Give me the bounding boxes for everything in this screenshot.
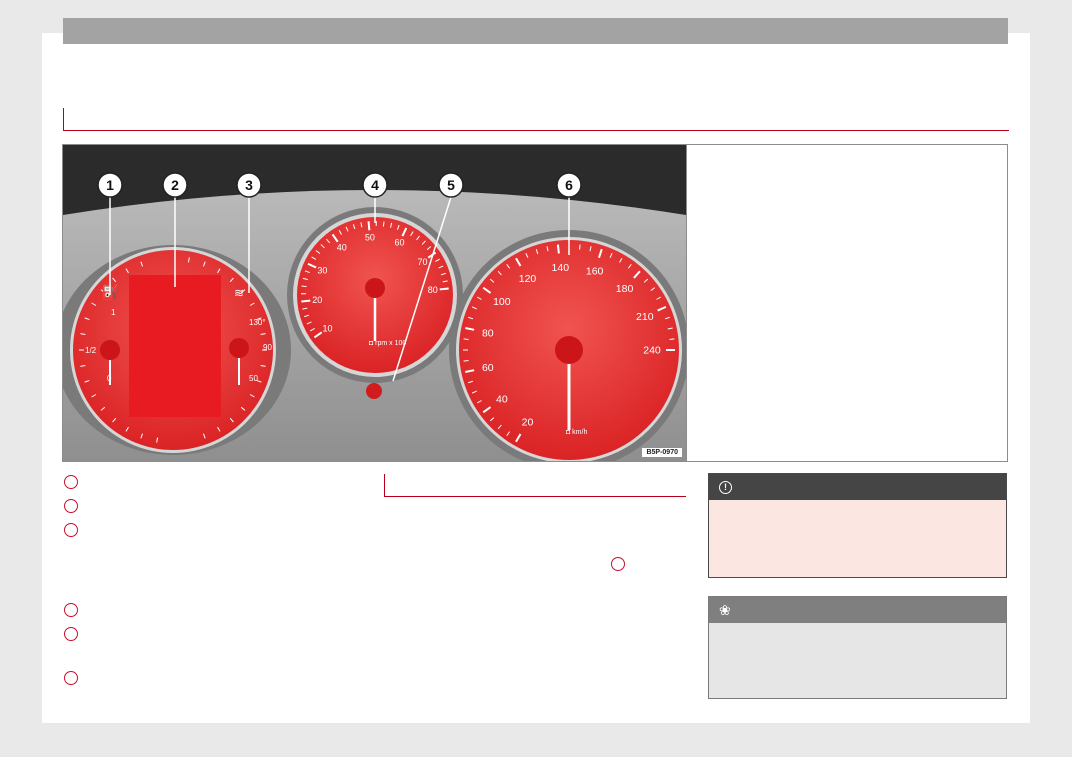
tachometer-tick-label: 10 [322, 323, 332, 333]
fuel-gauge-tick-label: 1/2 [85, 346, 97, 355]
legend-marker-2 [64, 499, 80, 515]
speedometer-tick-label: 20 [522, 417, 534, 429]
speedometer-tick-label: 180 [616, 283, 634, 295]
figure-side-panel [685, 144, 1008, 462]
exclamation-circle-icon: ! [719, 480, 732, 494]
legend-marker-3 [64, 523, 80, 539]
callout-label: 3 [245, 177, 253, 193]
fuel-gauge-tick-label: 1 [111, 308, 116, 317]
tachometer-tick-label: 40 [337, 243, 347, 253]
speedometer-unit-label: ◘ km/h [566, 429, 587, 436]
reset-button[interactable] [366, 383, 382, 399]
environment-note-header: ❀ [709, 597, 1006, 623]
warning-note: ! [708, 473, 1007, 578]
tachometer-tick-label: 50 [365, 232, 375, 242]
speedometer-hub [555, 336, 583, 364]
speedometer-tick-label: 80 [482, 327, 494, 339]
coolant-temp-icon: ≋ [234, 286, 244, 300]
speedometer-tick-label: 240 [643, 345, 661, 357]
instrument-cluster-illustration: 10 20 30 40 50 60 70 80 ◘ rpm x 100 20 40 60 80 100 1… [63, 145, 686, 461]
fuel-gauge-hub [100, 340, 120, 360]
inline-reference-marker [611, 557, 627, 573]
display-panel [129, 275, 221, 417]
legend-marker-5 [64, 627, 80, 643]
tachometer-hub [365, 278, 385, 298]
speedometer-tick-label: 140 [552, 262, 570, 274]
section-heading-rule [63, 108, 1009, 131]
callout-label: 2 [171, 177, 179, 193]
callout-label: 5 [447, 177, 455, 193]
speedometer-tick-label: 210 [636, 311, 654, 323]
speedometer-tick-label: 60 [482, 362, 494, 374]
tachometer-tick-label: 20 [312, 295, 322, 305]
environment-note: ❀ [708, 596, 1007, 699]
tachometer-tick-label: 60 [395, 238, 405, 248]
flower-icon: ❀ [719, 601, 731, 618]
speedometer-tick-label: 120 [519, 273, 537, 285]
callout-label: 1 [106, 177, 114, 193]
speedometer-tick-label: 40 [496, 393, 508, 405]
figure-code: B5P-0970 [642, 448, 682, 457]
legend-marker-1 [64, 475, 80, 491]
legend-marker-6 [64, 671, 80, 687]
header-bar [63, 18, 1008, 44]
tachometer-unit-label: ◘ rpm x 100 [369, 340, 406, 347]
tachometer-tick-label: 70 [418, 257, 428, 267]
temp-gauge-hub [229, 338, 249, 358]
warning-note-header: ! [709, 474, 1006, 500]
callout-label: 4 [371, 177, 379, 193]
instrument-cluster-figure: 10 20 30 40 50 60 70 80 ◘ rpm x 100 20 40 60 80 100 1… [62, 144, 687, 462]
temp-gauge-tick-label: 90 [263, 343, 272, 352]
legend-marker-4 [64, 603, 80, 619]
speedometer-tick-label: 100 [493, 296, 511, 308]
temp-gauge-tick-label: 50 [249, 374, 258, 383]
tachometer-tick-label: 80 [428, 285, 438, 295]
tachometer-tick-label: 30 [317, 266, 327, 276]
subsection-heading-rule [384, 474, 686, 497]
callout-label: 6 [565, 177, 573, 193]
speedometer-tick-label: 160 [586, 266, 604, 278]
